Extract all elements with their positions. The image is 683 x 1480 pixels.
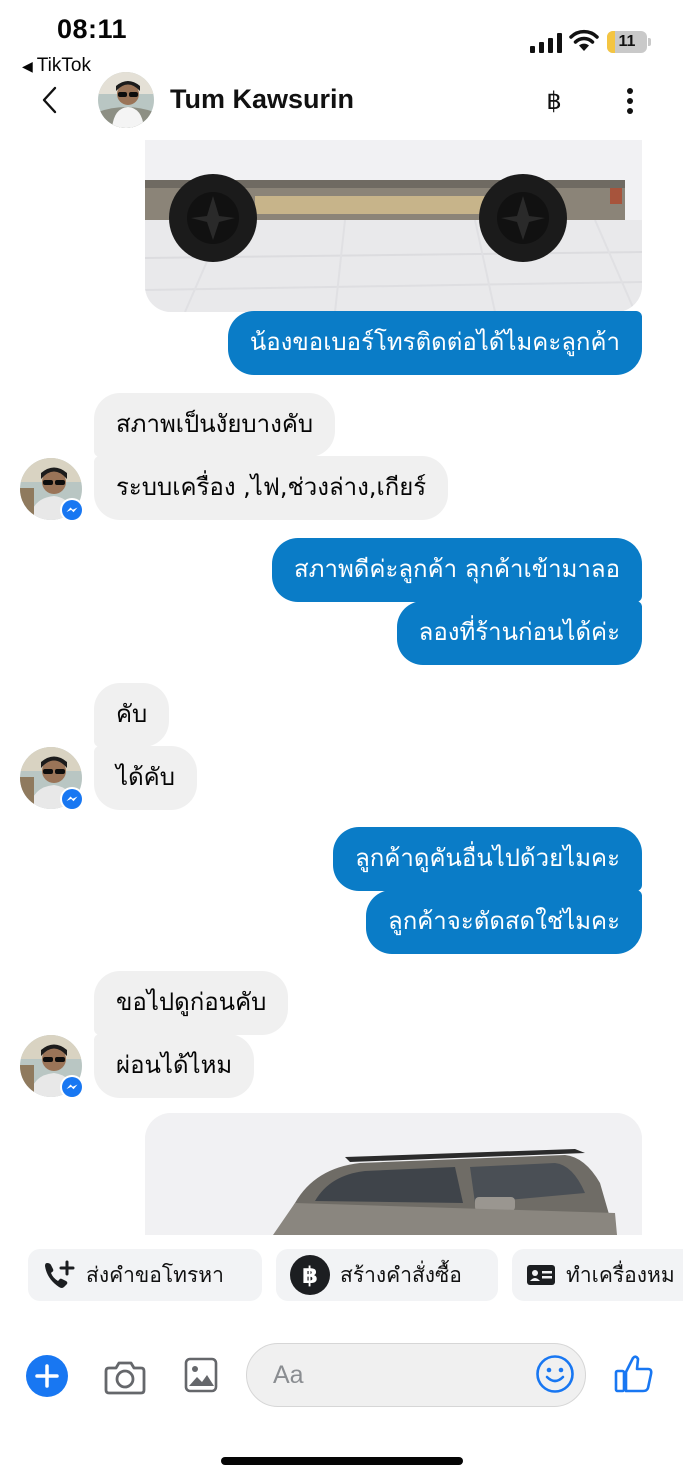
chat-photo-truck-side[interactable] [145,140,642,312]
wifi-icon [569,29,599,51]
quick-action-call-request[interactable]: ส่งคำขอโทรหา [28,1249,262,1301]
baht-order-icon[interactable]: ฿ [540,84,568,118]
more-options-icon[interactable] [620,86,640,116]
emoji-icon[interactable] [535,1354,575,1394]
message-input-placeholder: Aa [273,1361,304,1389]
quick-action-label: ทำเครื่องหม [566,1262,675,1287]
quick-action-label: สร้างคำสั่งซื้อ [340,1262,462,1287]
home-indicator [221,1457,463,1465]
back-to-app-link[interactable]: ◀ TikTok [22,55,91,77]
message-incoming[interactable]: สภาพเป็นงัยบางคับ [94,393,336,457]
message-outgoing[interactable]: น้องขอเบอร์โทรติดต่อได้ไมคะลูกค้า [227,311,642,375]
message-outgoing[interactable]: ลองที่ร้านก่อนได้ค่ะ [396,601,642,665]
id-card-icon [526,1263,556,1287]
cellular-signal-icon [530,33,562,53]
phone-plus-icon [42,1259,76,1291]
message-incoming[interactable]: ได้คับ [94,746,197,810]
baht-circle-icon: ฿ [290,1255,330,1295]
sender-avatar[interactable] [20,458,84,522]
camera-icon[interactable] [103,1357,147,1397]
quick-action-mark[interactable]: ทำเครื่องหม [512,1249,683,1301]
sender-avatar[interactable] [20,747,84,811]
messenger-badge-icon [60,787,84,811]
contact-avatar[interactable] [98,72,154,128]
battery-indicator: 11 [607,31,651,53]
messenger-badge-icon [60,498,84,522]
plus-icon [35,1364,59,1388]
add-button[interactable] [26,1355,68,1397]
messenger-badge-icon [60,1075,84,1099]
back-arrow-icon[interactable] [38,84,62,116]
sender-avatar[interactable] [20,1035,84,1099]
message-incoming[interactable]: ผ่อนได้ไหม [94,1034,255,1098]
status-time: 08:11 [57,14,128,44]
quick-action-create-order[interactable]: ฿ สร้างคำสั่งซื้อ [276,1249,498,1301]
message-outgoing[interactable]: ลูกค้าดูคันอื่นไปด้วยไมคะ [333,827,642,891]
gallery-icon[interactable] [184,1355,218,1395]
message-incoming[interactable]: ระบบเครื่อง ,ไฟ,ช่วงล่าง,เกียร์ [94,456,449,520]
contact-name[interactable]: Tum Kawsurin [170,84,354,115]
svg-text:฿: ฿ [302,1263,318,1289]
back-app-label: TikTok [36,55,91,76]
message-outgoing[interactable]: ลูกค้าจะตัดสดใช่ไมคะ [366,890,642,954]
message-outgoing[interactable]: สภาพดีค่ะลูกค้า ลุกค้าเข้ามาลอ [272,538,642,602]
message-incoming[interactable]: คับ [94,683,170,747]
like-thumb-icon[interactable] [612,1352,656,1396]
quick-action-label: ส่งคำขอโทรหา [86,1262,224,1287]
back-triangle-icon: ◀ [22,57,33,74]
chat-photo-truck-front[interactable] [145,1113,642,1235]
battery-level: 11 [618,33,636,50]
message-incoming[interactable]: ขอไปดูก่อนคับ [94,971,289,1035]
